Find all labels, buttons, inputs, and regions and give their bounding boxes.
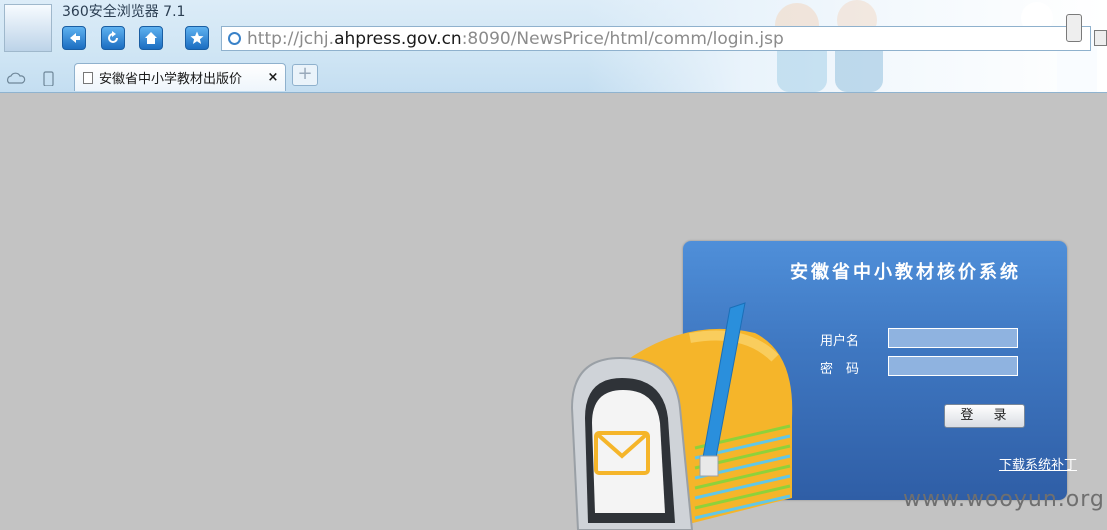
- cloud-icon[interactable]: [7, 72, 26, 84]
- username-input[interactable]: [888, 328, 1018, 348]
- back-button[interactable]: [62, 26, 86, 50]
- tab-active[interactable]: 安徽省中小学教材出版价 ×: [74, 63, 286, 91]
- mailbox-illustration: [570, 302, 793, 530]
- site-icon: [228, 32, 241, 45]
- favorites-button[interactable]: [185, 26, 209, 50]
- login-button[interactable]: 登 录: [944, 404, 1025, 428]
- back-arrow-icon: [70, 33, 80, 43]
- phone-icon[interactable]: [43, 71, 54, 87]
- browser-chrome: 360安全浏览器 7.1 http://jchj. ahpress.gov.cn:…: [0, 0, 1107, 93]
- address-bar[interactable]: http://jchj. ahpress.gov.cn:8090/NewsPric…: [221, 26, 1091, 51]
- tab-row-tools: [6, 70, 66, 90]
- home-icon: [145, 32, 157, 44]
- password-label: 密 码: [820, 362, 860, 377]
- traffic-light-icon[interactable]: [1066, 14, 1082, 42]
- url-domain: ahpress.gov.cn: [334, 28, 462, 49]
- home-button[interactable]: [139, 26, 163, 50]
- close-tab-icon[interactable]: ×: [265, 70, 281, 85]
- browser-logo: [4, 4, 52, 52]
- url-prefix: http://jchj.: [247, 28, 335, 49]
- star-icon: [190, 31, 204, 44]
- page-icon: [83, 71, 93, 84]
- new-tab-button[interactable]: +: [292, 64, 318, 86]
- watermark: www.wooyun.org: [903, 487, 1105, 512]
- refresh-button[interactable]: [101, 26, 125, 50]
- tab-label: 安徽省中小学教材出版价: [99, 72, 243, 87]
- url-suffix: :8090/NewsPrice/html/comm/login.jsp: [461, 28, 784, 49]
- download-patch-link[interactable]: 下载系统补丁: [999, 454, 1077, 473]
- window-title: 360安全浏览器 7.1: [62, 4, 186, 20]
- system-title: 安徽省中小教材核价系统: [790, 262, 1021, 283]
- side-panel-icon[interactable]: [1094, 30, 1107, 46]
- username-label: 用户名: [820, 334, 860, 349]
- refresh-icon: [108, 31, 118, 43]
- password-input[interactable]: [888, 356, 1018, 376]
